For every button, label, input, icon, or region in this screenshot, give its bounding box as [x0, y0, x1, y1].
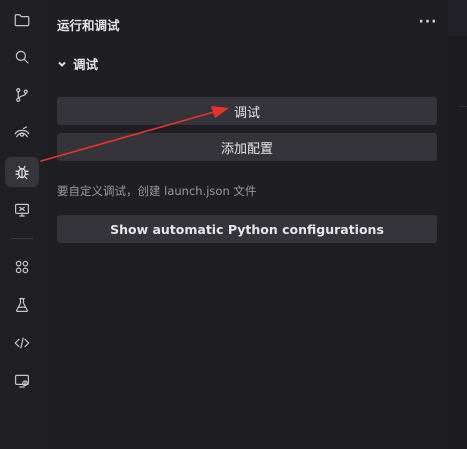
- show-python-configurations-button[interactable]: Show automatic Python configurations: [57, 215, 437, 243]
- testing-icon[interactable]: [5, 290, 39, 320]
- debug-icon[interactable]: [5, 157, 39, 187]
- launch-json-hint[interactable]: 要自定义调试，创建 launch.json 文件: [57, 183, 256, 199]
- activity-bar: [0, 0, 44, 449]
- extensions-icon[interactable]: [5, 252, 39, 282]
- debug-section-header[interactable]: 调试: [57, 54, 98, 73]
- add-configuration-button[interactable]: 添加配置: [57, 133, 437, 161]
- search-icon[interactable]: [5, 42, 39, 72]
- remote-desktop-icon[interactable]: [5, 366, 39, 396]
- remote-monitor-icon[interactable]: [5, 195, 39, 225]
- chevron-down-icon: [57, 59, 67, 69]
- editor-divider: [458, 106, 467, 107]
- section-label: 调试: [73, 57, 99, 72]
- sidebar-title: 运行和调试: [57, 18, 120, 33]
- more-actions-button[interactable]: ···: [418, 12, 438, 32]
- activity-bar-divider: [11, 238, 33, 239]
- debug-button[interactable]: 调试: [57, 97, 437, 125]
- explorer-icon[interactable]: [5, 5, 39, 35]
- editor-tab-strip: [448, 0, 467, 36]
- vscode-window: 运行和调试 ··· 调试 调试 添加配置 要自定义调试，创建 launch.js…: [0, 0, 467, 449]
- remote-explorer-icon[interactable]: [5, 118, 39, 148]
- code-icon[interactable]: [5, 328, 39, 358]
- run-and-debug-sidebar: 运行和调试 ··· 调试 调试 添加配置 要自定义调试，创建 launch.js…: [44, 0, 448, 449]
- source-control-icon[interactable]: [5, 80, 39, 110]
- editor-area-edge: [448, 0, 467, 449]
